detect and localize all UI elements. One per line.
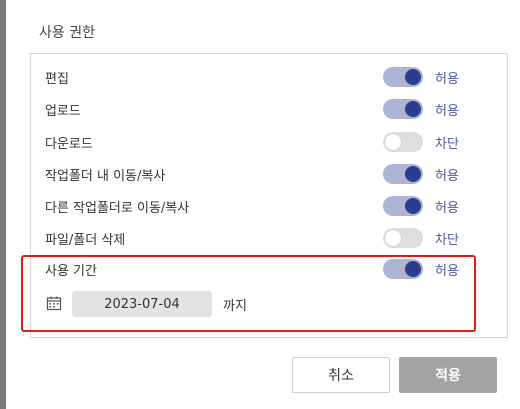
- calendar-icon[interactable]: [46, 295, 62, 311]
- toggle-knob: [405, 166, 421, 182]
- permission-state: 허용: [435, 72, 459, 87]
- toggle-knob: [405, 101, 421, 117]
- toggle-knob: [405, 198, 421, 214]
- permission-label: 다운로드: [45, 137, 93, 152]
- permission-state: 허용: [435, 169, 459, 184]
- toggle-knob: [385, 134, 401, 150]
- usage-period-label: 사용 기간: [45, 264, 97, 279]
- toggle-knob: [405, 261, 421, 277]
- permission-state: 허용: [435, 104, 459, 119]
- apply-button[interactable]: 적용: [399, 357, 497, 393]
- permission-row-move-other: 다른 작업폴더로 이동/복사 허용: [45, 194, 485, 218]
- permission-row-upload: 업로드 허용: [45, 97, 485, 121]
- section-title: 사용 권한: [39, 25, 95, 41]
- toggle-knob: [405, 69, 421, 85]
- usage-period-state: 허용: [435, 264, 459, 279]
- permission-label: 작업폴더 내 이동/복사: [45, 169, 166, 184]
- permission-row-edit: 편집 허용: [45, 65, 485, 89]
- upload-toggle[interactable]: [383, 99, 423, 119]
- expiry-date-field[interactable]: [72, 291, 212, 317]
- permission-state: 허용: [435, 201, 459, 216]
- permission-label: 파일/폴더 삭제: [45, 233, 126, 248]
- permission-row-download: 다운로드 차단: [45, 130, 485, 154]
- permission-label: 편집: [45, 72, 69, 87]
- permission-row-delete: 파일/폴더 삭제 차단: [45, 226, 485, 250]
- permission-state: 차단: [435, 233, 459, 248]
- usage-period-row: 사용 기간 허용: [45, 257, 485, 281]
- until-label: 까지: [223, 299, 247, 314]
- permission-label: 업로드: [45, 104, 81, 119]
- permission-row-move-within: 작업폴더 내 이동/복사 허용: [45, 162, 485, 186]
- permission-state: 차단: [435, 137, 459, 152]
- download-toggle[interactable]: [383, 132, 423, 152]
- edit-toggle[interactable]: [383, 67, 423, 87]
- delete-toggle[interactable]: [383, 228, 423, 248]
- left-edge-bar: [0, 0, 6, 409]
- toggle-knob: [385, 230, 401, 246]
- move-within-folder-toggle[interactable]: [383, 164, 423, 184]
- move-to-other-folder-toggle[interactable]: [383, 196, 423, 216]
- usage-period-toggle[interactable]: [383, 259, 423, 279]
- cancel-button[interactable]: 취소: [292, 357, 390, 393]
- permission-label: 다른 작업폴더로 이동/복사: [45, 201, 190, 216]
